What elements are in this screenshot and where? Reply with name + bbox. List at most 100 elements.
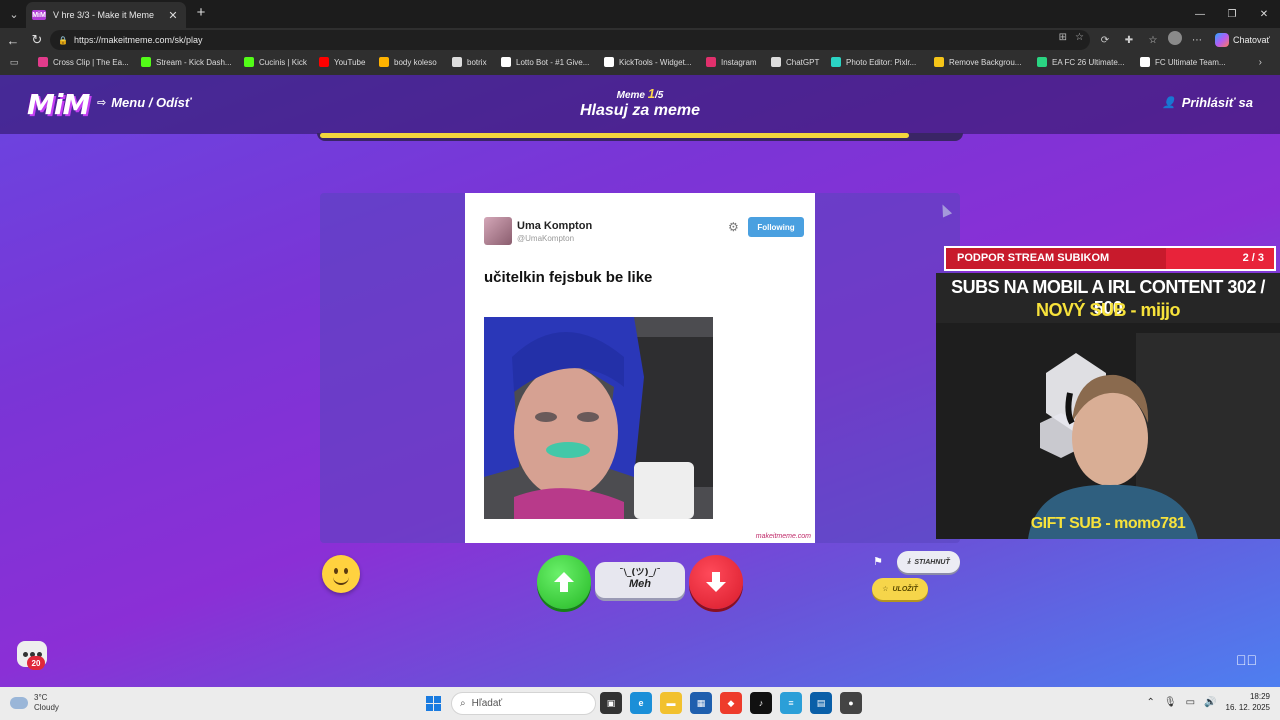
emoji-eye-left — [334, 568, 338, 574]
favorite-star-icon[interactable]: ☆ — [1075, 32, 1084, 43]
login-label: Prihlásiť sa — [1181, 95, 1253, 110]
download-icon: ⤓ — [907, 558, 911, 565]
vote-timer-fill — [320, 133, 909, 138]
site-info-lock-icon[interactable]: 🔒 — [58, 36, 68, 45]
meme-photo-illustration — [484, 317, 713, 519]
bookmark-item[interactable]: YouTube — [319, 57, 365, 67]
bookmark-item[interactable]: Photo Editor: Pixlr... — [831, 57, 916, 67]
bookmark-item[interactable]: KickTools - Widget... — [604, 57, 691, 67]
bookmark-item[interactable]: Stream - Kick Dash... — [141, 57, 232, 67]
restore-icon[interactable]: ❐ — [1216, 0, 1248, 28]
bookmark-item[interactable]: Lotto Bot - #1 Give... — [501, 57, 589, 67]
vote-timer-track — [317, 133, 963, 141]
bookmark-item[interactable]: ChatGPT — [771, 57, 819, 67]
tab-list-chevron-icon[interactable]: ⌄ — [4, 4, 24, 24]
download-label: STIAHNUŤ — [914, 558, 950, 566]
site-logo[interactable]: MiM — [27, 88, 90, 121]
more-menu-icon[interactable]: ⋯ — [1188, 31, 1206, 49]
browser-tab-bar: ⌄ MiM V hre 3/3 - Make it Meme ✕ + — ❐ ✕ — [0, 0, 1280, 28]
new-tab-plus-icon[interactable]: + — [192, 4, 210, 22]
taskbar-search[interactable]: ⌕ Hľadať — [451, 692, 596, 715]
bookmark-label: FC Ultimate Team... — [1155, 57, 1226, 67]
bookmark-item[interactable]: Cross Clip | The Ea... — [38, 57, 129, 67]
login-button[interactable]: 👤 Prihlásiť sa — [1162, 95, 1253, 110]
meme-photo — [484, 317, 713, 519]
address-bar-row: ← ↻ 🔒 https://makeitmeme.com/sk/play ⊞ ☆… — [0, 28, 1280, 52]
round-indicator: Meme 1/5 Hlasuj za meme — [540, 86, 740, 120]
app-diamond-icon[interactable]: ◆ — [720, 692, 742, 714]
bookmark-item[interactable]: EA FC 26 Ultimate... — [1037, 57, 1124, 67]
tray-chevron-icon[interactable]: ⌃ — [1147, 697, 1155, 708]
reload-icon[interactable]: ↻ — [28, 31, 46, 49]
bookmark-item[interactable]: FC Ultimate Team... — [1140, 57, 1226, 67]
url-field[interactable]: 🔒 https://makeitmeme.com/sk/play ⊞ ☆ — [50, 30, 1090, 50]
edge-icon[interactable]: e — [630, 692, 652, 714]
menu-leave-button[interactable]: ⇨ Menu / Odísť — [97, 95, 191, 110]
bookmark-label: Cucinis | Kick — [259, 57, 307, 67]
favorites-icon[interactable]: ☆ — [1144, 31, 1162, 49]
back-arrow-icon[interactable]: ← — [4, 31, 22, 49]
bookmark-item[interactable]: Cucinis | Kick — [244, 57, 307, 67]
bookmark-favicon-icon — [452, 57, 462, 67]
sidebar-panel-icon[interactable]: ▭ — [0, 57, 28, 68]
round-current: 1 — [647, 86, 656, 101]
meme-watermark: makeitmeme.com — [755, 533, 811, 540]
tab-favicon-icon: MiM — [32, 10, 46, 20]
toolbar-icons: ⟳ ✚ ☆ ⋯ — [1096, 31, 1206, 49]
cloud-icon — [10, 697, 28, 709]
refresh-extension-icon[interactable]: ⟳ — [1096, 31, 1114, 49]
bookmark-item[interactable]: body koleso — [379, 57, 437, 67]
report-flag-icon[interactable]: ⚑ — [873, 555, 883, 568]
save-button[interactable]: ☆ ULOŽIŤ — [872, 578, 928, 600]
browser-tab-active[interactable]: MiM V hre 3/3 - Make it Meme ✕ — [26, 2, 186, 28]
file-explorer-icon[interactable]: ▬ — [660, 692, 682, 714]
network-icon[interactable]: ▭ — [1186, 697, 1195, 708]
app-available-icon[interactable]: ⊞ — [1059, 32, 1067, 43]
copilot-logo-icon — [1215, 33, 1229, 47]
round-counter: Meme 1/5 — [540, 86, 740, 101]
sound-muted-icon[interactable]: ◁⃥ — [1236, 652, 1257, 668]
copilot-button[interactable]: Chatovať — [1215, 31, 1270, 49]
app-window-icon[interactable]: ▤ — [810, 692, 832, 714]
obs-record-icon[interactable]: ● — [840, 692, 862, 714]
bookmark-item[interactable]: botrix — [452, 57, 487, 67]
tiktok-icon[interactable]: ♪ — [750, 692, 772, 714]
emoji-reaction-button[interactable] — [322, 555, 360, 593]
download-button[interactable]: ⤓ STIAHNUŤ — [897, 551, 960, 573]
windows-start-icon[interactable] — [426, 696, 441, 711]
tweet-author-avatar — [484, 217, 512, 245]
bookmark-favicon-icon — [38, 57, 48, 67]
arrow-up-icon — [554, 572, 574, 592]
taskbar-search-placeholder: Hľadať — [471, 698, 503, 709]
clock-date: 16. 12. 2025 — [1225, 703, 1270, 712]
bookmark-favicon-icon — [604, 57, 614, 67]
user-icon: 👤 — [1162, 97, 1176, 109]
chat-unread-badge: 20 — [27, 656, 45, 670]
tab-close-icon[interactable]: ✕ — [166, 9, 180, 22]
windows-taskbar: 3°C Cloudy ⌕ Hľadať ▣ e ▬ ▦ ◆ ♪ ≡ ▤ ● ⌃ … — [0, 687, 1280, 720]
search-icon: ⌕ — [460, 698, 466, 709]
exit-door-icon: ⇨ — [97, 97, 107, 109]
bookmark-item[interactable]: Remove Backgrou... — [934, 57, 1021, 67]
task-view-icon[interactable]: ▣ — [600, 692, 622, 714]
upvote-button[interactable] — [537, 555, 591, 609]
bookmark-favicon-icon — [141, 57, 151, 67]
meme-frame: Uma Kompton @UmaKompton ⚙ Following učit… — [320, 193, 960, 543]
store-icon[interactable]: ▦ — [690, 692, 712, 714]
weather-widget[interactable]: 3°C Cloudy — [10, 693, 59, 713]
notepad-icon[interactable]: ≡ — [780, 692, 802, 714]
taskbar-clock[interactable]: 18:29 16. 12. 2025 — [1226, 691, 1270, 713]
bookmarks-overflow-chevron-icon[interactable]: › — [1259, 57, 1262, 68]
minimize-icon[interactable]: — — [1184, 0, 1216, 28]
bookmark-item[interactable]: Instagram — [706, 57, 757, 67]
profile-avatar[interactable] — [1168, 31, 1182, 45]
microphone-icon[interactable]: 🎙 — [1164, 697, 1177, 708]
extensions-puzzle-icon[interactable]: ✚ — [1120, 31, 1138, 49]
arrow-down-icon — [706, 572, 726, 592]
bookmark-favicon-icon — [934, 57, 944, 67]
meh-button[interactable]: ¯\_(ツ)_/¯ Meh — [595, 562, 685, 598]
volume-icon[interactable]: 🔊 — [1204, 697, 1216, 708]
tweet-author-name: Uma Kompton — [517, 220, 593, 232]
window-close-icon[interactable]: ✕ — [1248, 0, 1280, 28]
downvote-button[interactable] — [689, 555, 743, 609]
